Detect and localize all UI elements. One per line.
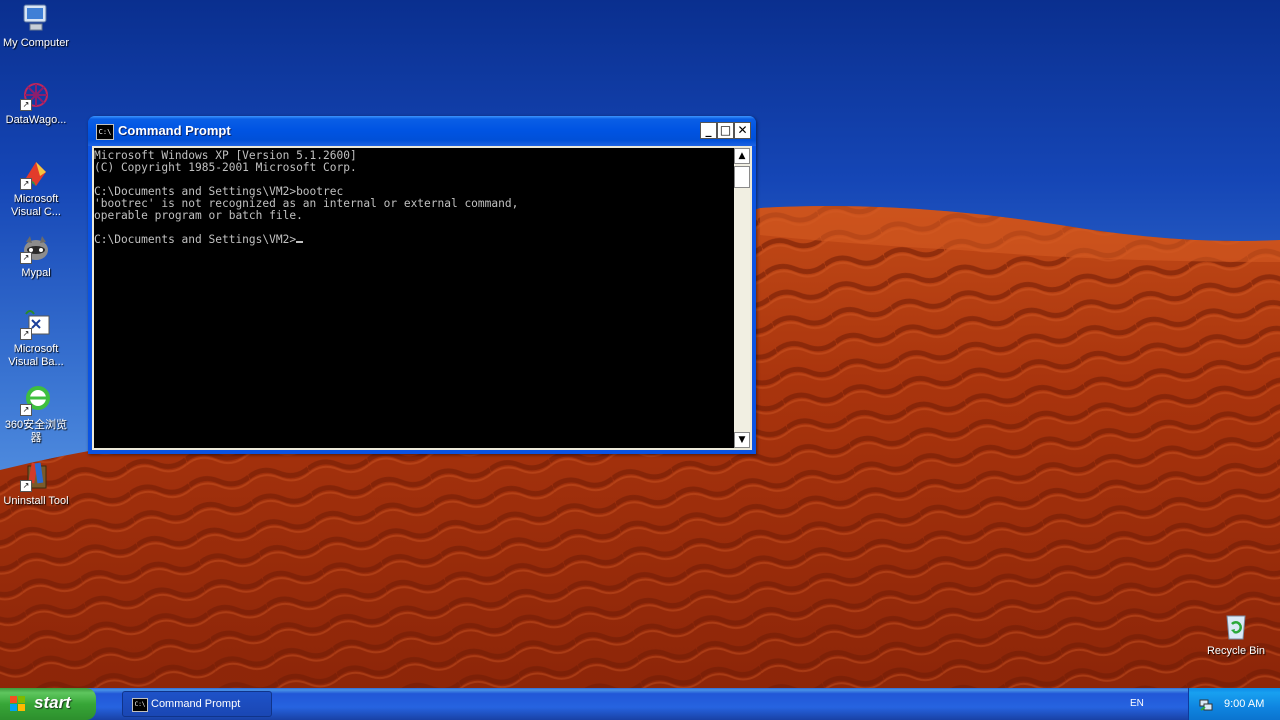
360-browser-icon: ↗ [20, 384, 52, 416]
desktop-icon-label: DataWago... [5, 114, 67, 126]
desktop-icon-360-browser[interactable]: ↗ 360安全浏览器 [0, 384, 72, 445]
console-text: Microsoft Windows XP [Version 5.1.2600] … [94, 148, 734, 246]
system-tray: 9:00 AM [1188, 688, 1280, 720]
close-button[interactable]: ✕ [734, 122, 751, 139]
start-label: start [34, 693, 71, 712]
mypal-icon: ↗ [20, 232, 52, 264]
scroll-thumb[interactable] [734, 166, 750, 188]
shortcut-arrow-icon: ↗ [20, 480, 32, 492]
network-icon[interactable] [1199, 697, 1213, 711]
my-computer-icon [20, 2, 52, 34]
datawago-icon: ↗ [20, 79, 52, 111]
desktop-icon-label: Uninstall Tool [3, 495, 69, 507]
visual-cpp-icon: ↗ [20, 158, 52, 190]
desktop-icon-recycle-bin[interactable]: Recycle Bin [1200, 610, 1272, 658]
scroll-up-button[interactable]: ▲ [734, 148, 750, 164]
language-indicator[interactable]: EN [1130, 698, 1144, 709]
shortcut-arrow-icon: ↗ [20, 328, 32, 340]
console-line: C:\Documents and Settings\VM2> [94, 233, 297, 246]
desktop-icon-label: Recycle Bin [1206, 645, 1266, 657]
taskbar: start C:\ Command Prompt EN 9:00 AM [0, 688, 1280, 720]
uninstall-tool-icon: ↗ [20, 460, 52, 492]
windows-logo-icon [10, 696, 26, 712]
minimize-button[interactable]: _ [700, 122, 717, 139]
console-cursor [296, 241, 304, 243]
desktop-icon-label: My Computer [2, 37, 70, 49]
desktop-icon-visual-cpp[interactable]: ↗ Microsoft Visual C... [0, 158, 72, 219]
shortcut-arrow-icon: ↗ [20, 99, 32, 111]
window-title: Command Prompt [118, 123, 231, 138]
vertical-scrollbar[interactable]: ▲ ▼ [734, 148, 750, 448]
window-titlebar[interactable]: C:\ Command Prompt _ □ ✕ [88, 116, 756, 146]
shortcut-arrow-icon: ↗ [20, 178, 32, 190]
desktop-icon-my-computer[interactable]: My Computer [0, 2, 72, 50]
desktop-icon-label: Mypal [21, 267, 51, 279]
desktop-icon-label: Microsoft Visual C... [11, 193, 61, 218]
console-line: operable program or batch file. [94, 209, 303, 222]
shortcut-arrow-icon: ↗ [20, 252, 32, 264]
console-line: (C) Copyright 1985-2001 Microsoft Corp. [94, 161, 357, 174]
desktop-icon-mypal[interactable]: ↗ Mypal [0, 232, 72, 280]
desktop-icon-visual-basic[interactable]: ↗ Microsoft Visual Ba... [0, 308, 72, 369]
maximize-button[interactable]: □ [717, 122, 734, 139]
taskbar-button-label: Command Prompt [151, 698, 241, 710]
scroll-down-button[interactable]: ▼ [734, 432, 750, 448]
recycle-bin-icon [1220, 610, 1252, 642]
desktop-icon-label: 360安全浏览器 [4, 419, 68, 444]
desktop-icon-uninstall-tool[interactable]: ↗ Uninstall Tool [0, 460, 72, 508]
clock[interactable]: 9:00 AM [1224, 698, 1264, 710]
visual-basic-icon: ↗ [20, 308, 52, 340]
command-prompt-icon: C:\ [132, 698, 148, 712]
shortcut-arrow-icon: ↗ [20, 404, 32, 416]
console-output[interactable]: Microsoft Windows XP [Version 5.1.2600] … [94, 148, 734, 448]
desktop-icon-datawago[interactable]: ↗ DataWago... [0, 79, 72, 127]
window-body: Microsoft Windows XP [Version 5.1.2600] … [92, 146, 752, 450]
taskbar-button-command-prompt[interactable]: C:\ Command Prompt [122, 691, 272, 717]
command-prompt-window[interactable]: C:\ Command Prompt _ □ ✕ Microsoft Windo… [88, 116, 756, 454]
command-prompt-icon: C:\ [96, 124, 114, 140]
start-button[interactable]: start [0, 688, 96, 720]
desktop-icon-label: Microsoft Visual Ba... [8, 343, 64, 368]
